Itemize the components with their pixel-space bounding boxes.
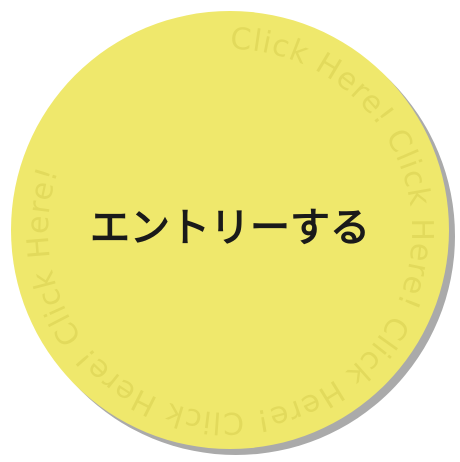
button-circle — [11, 11, 449, 449]
entry-button[interactable]: Click Here! Click Here! Click Here! Clic… — [0, 0, 460, 462]
entry-button-graphic: Click Here! Click Here! Click Here! Clic… — [11, 11, 455, 455]
